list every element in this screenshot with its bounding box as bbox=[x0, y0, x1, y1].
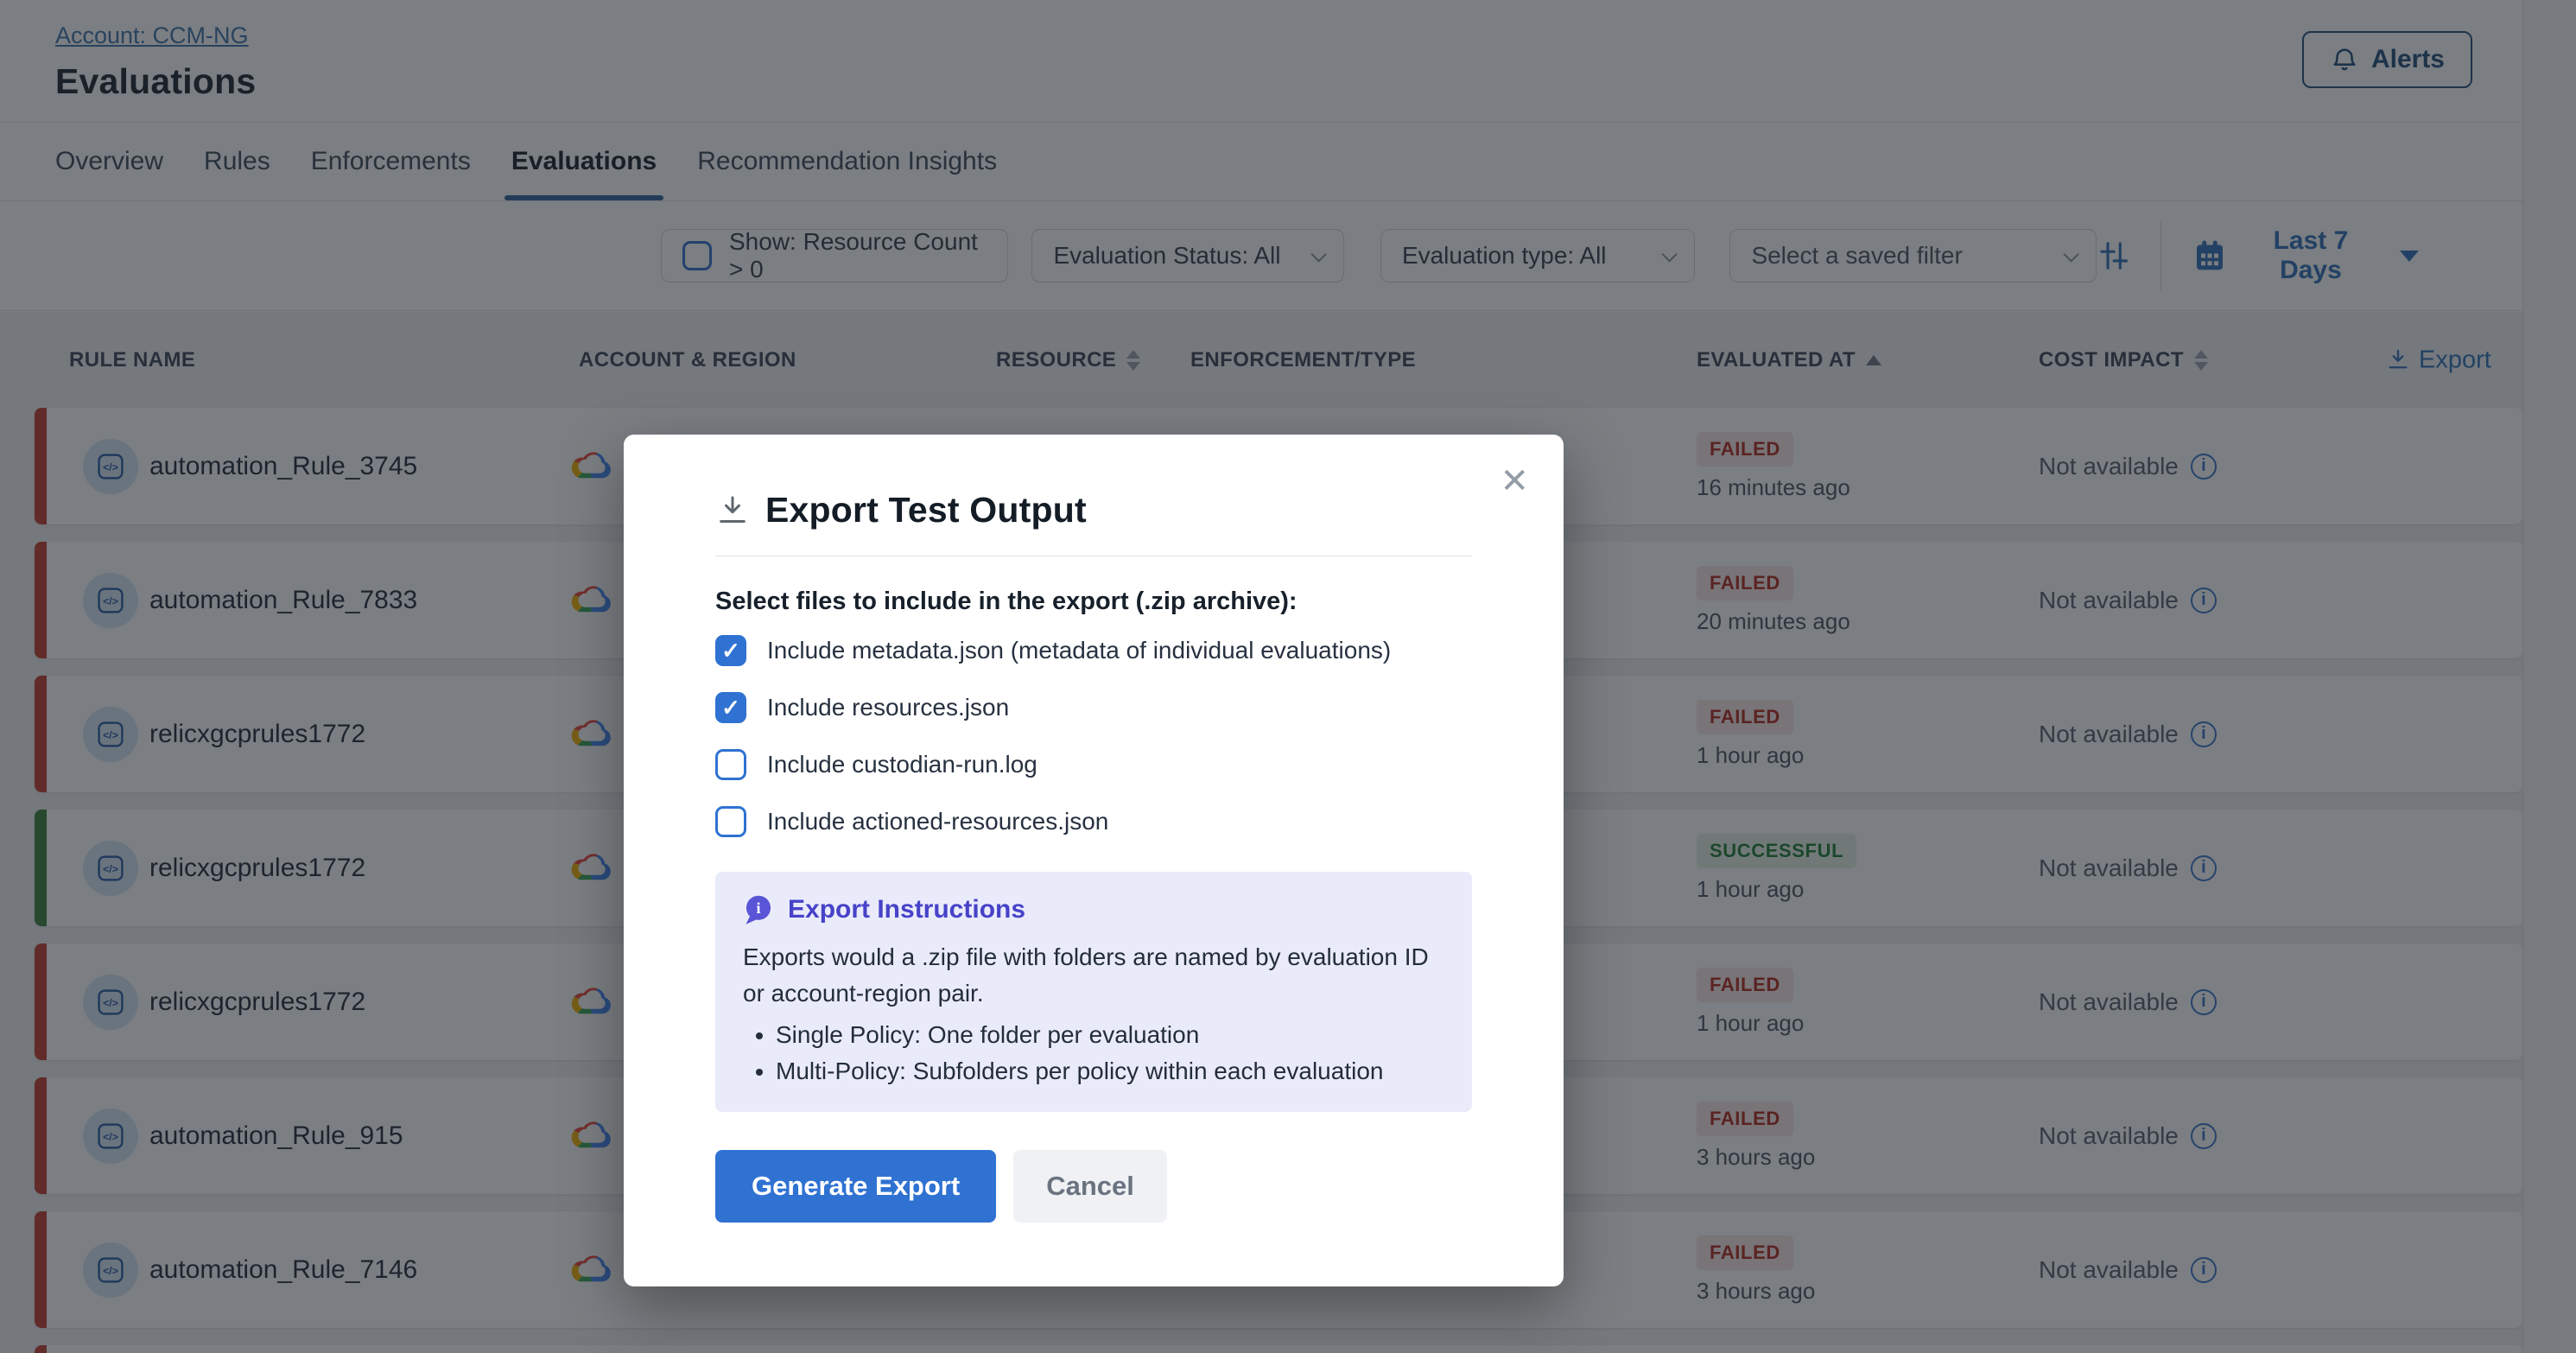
option-actioned-resources-json[interactable]: Include actioned-resources.json bbox=[715, 806, 1472, 837]
export-modal: ✕ Export Test Output Select files to inc… bbox=[624, 435, 1564, 1286]
option-resources-json[interactable]: Include resources.json bbox=[715, 692, 1472, 723]
checkbox[interactable] bbox=[715, 806, 746, 837]
checkbox[interactable] bbox=[715, 749, 746, 780]
option-metadata-json[interactable]: Include metadata.json (metadata of indiv… bbox=[715, 635, 1472, 666]
bullet-single-policy: Single Policy: One folder per evaluation bbox=[776, 1017, 1444, 1053]
evaluations-page: Account: CCM-NG Evaluations Alerts Overv… bbox=[0, 0, 2576, 1353]
generate-export-button[interactable]: Generate Export bbox=[715, 1150, 996, 1223]
instructions-title: Export Instructions bbox=[788, 895, 1025, 924]
instructions-bullets: Single Policy: One folder per evaluation… bbox=[743, 1017, 1444, 1089]
export-options: Include metadata.json (metadata of indiv… bbox=[715, 635, 1472, 837]
modal-title-row: Export Test Output bbox=[715, 490, 1472, 530]
svg-text:i: i bbox=[756, 899, 760, 917]
checkbox[interactable] bbox=[715, 635, 746, 666]
modal-title: Export Test Output bbox=[765, 490, 1087, 530]
export-instructions-box: i Export Instructions Exports would a .z… bbox=[715, 872, 1472, 1112]
file-select-label: Select files to include in the export (.… bbox=[715, 588, 1472, 616]
cancel-button[interactable]: Cancel bbox=[1013, 1150, 1167, 1223]
download-icon bbox=[715, 493, 750, 528]
bullet-multi-policy: Multi-Policy: Subfolders per policy with… bbox=[776, 1053, 1444, 1089]
checkbox[interactable] bbox=[715, 692, 746, 723]
close-button[interactable]: ✕ bbox=[1500, 464, 1529, 499]
info-bubble-icon: i bbox=[743, 894, 774, 925]
close-icon: ✕ bbox=[1500, 462, 1529, 500]
option-custodian-run-log[interactable]: Include custodian-run.log bbox=[715, 749, 1472, 780]
instructions-body: Exports would a .zip file with folders a… bbox=[743, 939, 1434, 1012]
modal-actions: Generate Export Cancel bbox=[715, 1150, 1472, 1223]
